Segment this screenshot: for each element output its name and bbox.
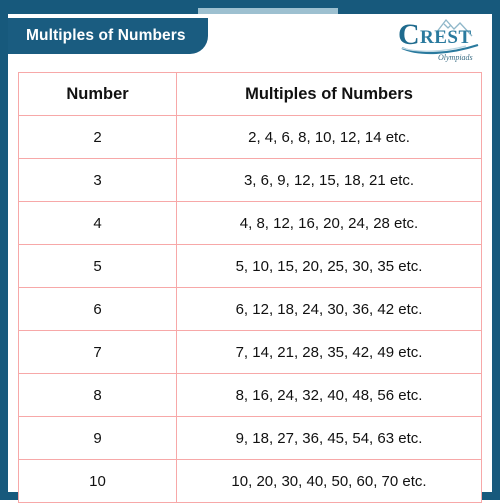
cell-number: 2 (18, 115, 177, 159)
table-body: 2 2, 4, 6, 8, 10, 12, 14 etc. 3 3, 6, 9,… (18, 115, 482, 503)
table-row: 8 8, 16, 24, 32, 40, 48, 56 etc. (18, 373, 482, 417)
cell-number: 6 (18, 287, 177, 331)
table-row: 4 4, 8, 12, 16, 20, 24, 28 etc. (18, 201, 482, 245)
cell-multiples: 4, 8, 12, 16, 20, 24, 28 etc. (176, 201, 482, 245)
svg-text:C: C (398, 18, 420, 51)
table-row: 5 5, 10, 15, 20, 25, 30, 35 etc. (18, 244, 482, 288)
cell-multiples: 3, 6, 9, 12, 15, 18, 21 etc. (176, 158, 482, 202)
cell-number: 4 (18, 201, 177, 245)
table-row: 2 2, 4, 6, 8, 10, 12, 14 etc. (18, 115, 482, 159)
table-row: 9 9, 18, 27, 36, 45, 54, 63 etc. (18, 416, 482, 460)
svg-text:Olympiads: Olympiads (438, 53, 473, 62)
cell-multiples: 7, 14, 21, 28, 35, 42, 49 etc. (176, 330, 482, 374)
top-accent-bar-light (198, 8, 338, 14)
worksheet-page: Multiples of Numbers C REST Olympiads Nu… (0, 0, 500, 503)
crest-olympiads-logo: C REST Olympiads (394, 12, 486, 64)
cell-number: 10 (18, 459, 177, 503)
title-banner: Multiples of Numbers (8, 18, 208, 54)
table-row: 7 7, 14, 21, 28, 35, 42, 49 etc. (18, 330, 482, 374)
multiples-table: Number Multiples of Numbers 2 2, 4, 6, 8… (18, 72, 482, 503)
column-header-number: Number (18, 72, 177, 116)
cell-number: 3 (18, 158, 177, 202)
page-title: Multiples of Numbers (26, 27, 186, 44)
cell-multiples: 9, 18, 27, 36, 45, 54, 63 etc. (176, 416, 482, 460)
cell-multiples: 8, 16, 24, 32, 40, 48, 56 etc. (176, 373, 482, 417)
column-header-multiples: Multiples of Numbers (176, 72, 482, 116)
cell-multiples: 5, 10, 15, 20, 25, 30, 35 etc. (176, 244, 482, 288)
table-row: 3 3, 6, 9, 12, 15, 18, 21 etc. (18, 158, 482, 202)
multiples-table-wrapper: Number Multiples of Numbers 2 2, 4, 6, 8… (18, 72, 482, 503)
cell-multiples: 10, 20, 30, 40, 50, 60, 70 etc. (176, 459, 482, 503)
table-row: 10 10, 20, 30, 40, 50, 60, 70 etc. (18, 459, 482, 503)
cell-number: 5 (18, 244, 177, 288)
table-row: 6 6, 12, 18, 24, 30, 36, 42 etc. (18, 287, 482, 331)
cell-multiples: 2, 4, 6, 8, 10, 12, 14 etc. (176, 115, 482, 159)
cell-number: 8 (18, 373, 177, 417)
cell-number: 7 (18, 330, 177, 374)
cell-number: 9 (18, 416, 177, 460)
svg-text:REST: REST (420, 27, 472, 48)
table-header-row: Number Multiples of Numbers (18, 72, 482, 116)
cell-multiples: 6, 12, 18, 24, 30, 36, 42 etc. (176, 287, 482, 331)
